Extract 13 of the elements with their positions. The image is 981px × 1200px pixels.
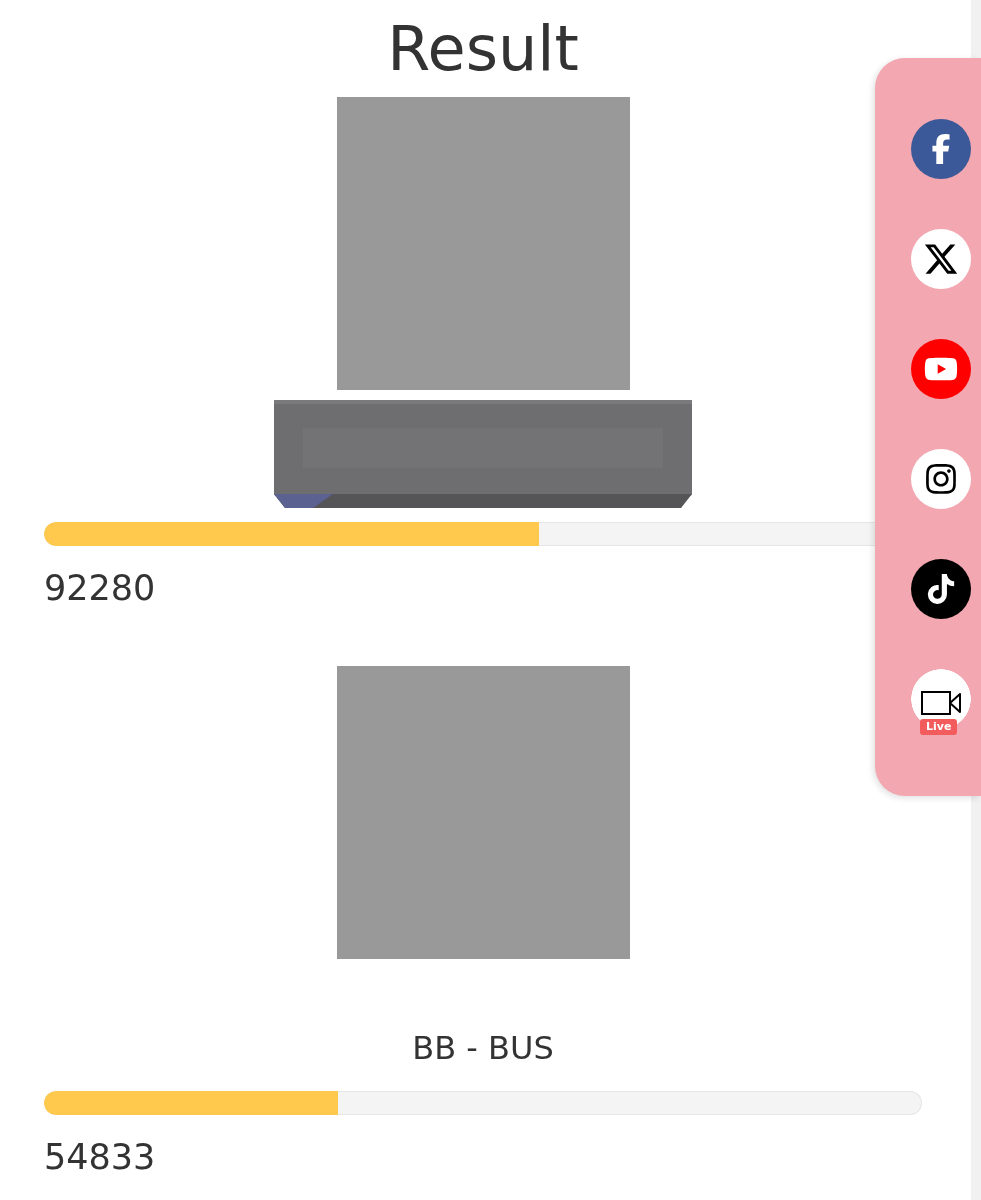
youtube-icon[interactable] [911, 339, 971, 399]
instagram-icon[interactable] [911, 449, 971, 509]
x-icon[interactable] [911, 229, 971, 289]
live-badge: Live [920, 719, 958, 735]
facebook-icon[interactable] [911, 119, 971, 179]
page-title: Result [387, 11, 579, 87]
live-video-button[interactable]: Live [911, 669, 971, 736]
scrollbar-track [971, 0, 981, 58]
tiktok-icon[interactable] [911, 559, 971, 619]
video-camera-icon [921, 690, 961, 716]
vote-count: 92280 [44, 567, 156, 610]
result-name: BB - BUS [412, 1028, 554, 1068]
vote-count: 54833 [44, 1136, 156, 1179]
